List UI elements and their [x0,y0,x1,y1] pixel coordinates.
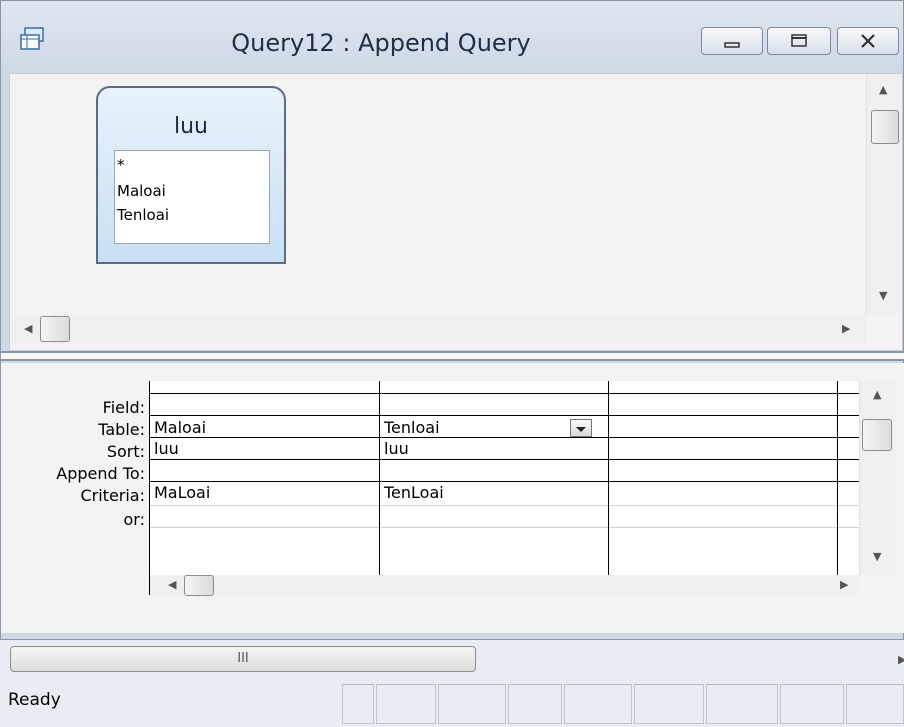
status-panel [846,684,904,724]
query-design-grid: Maloai luu MaLoai Tenloai luu TenLoai ◀ … [149,381,860,596]
scroll-down-arrow-icon[interactable]: ▼ [879,290,887,301]
grid-cell-field[interactable]: Tenloai [384,417,440,439]
scroll-up-arrow-icon[interactable]: ▲ [879,84,887,95]
vertical-scroll-thumb[interactable] [871,110,899,144]
status-panel [342,684,374,724]
table-name: luu [174,114,208,139]
row-label-append-to: Append To: [56,464,145,483]
status-panel [564,684,632,724]
restore-icon [791,34,807,47]
restore-button[interactable] [767,27,831,55]
horizontal-scroll-thumb[interactable] [40,316,70,342]
row-label-sort: Sort: [106,442,145,461]
status-text: Ready [8,690,61,710]
grid-line [150,437,860,438]
scroll-down-arrow-icon[interactable]: ▼ [873,551,881,562]
status-bar: Ready [0,680,904,727]
status-panel [706,684,778,724]
vertical-scroll-thumb[interactable] [862,419,892,451]
field-item-maloai[interactable]: Maloai [117,181,166,201]
row-label-criteria: Criteria: [80,486,145,505]
design-grid-pane: Field: Table: Sort: Append To: Criteria:… [1,363,904,633]
scroll-left-arrow-icon[interactable]: ◀ [24,323,32,334]
query-window: Query12 : Append Query luu * Maloai Tenl… [0,0,904,640]
grid-cell-table[interactable]: luu [384,438,409,460]
grid-line [150,481,860,482]
grid-cell-field[interactable]: Maloai [154,417,206,439]
status-panel [376,684,436,724]
table-pane-horizontal-scrollbar[interactable]: ◀ ▶ [10,314,866,344]
scroll-up-arrow-icon[interactable]: ▲ [873,389,881,400]
table-field-list-window[interactable]: luu * Maloai Tenloai [96,86,286,264]
grid-line [150,393,860,394]
pane-splitter[interactable] [1,351,904,361]
grid-vertical-scrollbar[interactable]: ▲ ▼ [859,381,897,575]
grid-cell-append-to[interactable]: MaLoai [154,482,210,504]
field-dropdown-button[interactable] [570,419,592,437]
column-divider [379,381,380,575]
table-pane-vertical-scrollbar[interactable]: ▲ ▼ [866,74,902,314]
grid-cell-append-to[interactable]: TenLoai [384,482,444,504]
close-icon [861,34,875,48]
table-pane: luu * Maloai Tenloai ▲ ▼ ◀ ▶ [9,73,903,351]
horizontal-scroll-thumb[interactable] [184,575,214,596]
grid-line [150,505,860,506]
grid-line [150,415,860,416]
field-list: * Maloai Tenloai [114,150,270,244]
title-bar[interactable]: Query12 : Append Query [1,1,904,71]
chevron-down-icon [576,427,586,432]
main-horizontal-scrollbar[interactable]: III ▶ [0,640,904,678]
field-item-all[interactable]: * [117,155,125,175]
status-panel [634,684,704,724]
status-panel [438,684,506,724]
field-item-tenloai[interactable]: Tenloai [117,205,169,225]
column-divider [837,381,838,575]
grid-horizontal-scrollbar[interactable]: ◀ ▶ [150,575,860,596]
window-title: Query12 : Append Query [231,29,531,57]
status-panel [780,684,844,724]
row-label-table: Table: [98,420,145,439]
scroll-left-arrow-icon[interactable]: ◀ [168,579,176,590]
grid-cell-table[interactable]: luu [154,438,179,460]
minimize-icon [724,42,740,48]
minimize-button[interactable] [701,27,763,55]
scroll-right-arrow-icon[interactable]: ▶ [840,579,848,590]
status-panel [508,684,562,724]
grid-line [150,527,860,528]
scroll-right-arrow-icon[interactable]: ▶ [898,654,904,665]
row-label-or: or: [123,510,145,529]
main-scroll-thumb[interactable]: III [10,646,476,672]
close-button[interactable] [837,27,899,55]
row-label-field: Field: [102,398,145,417]
grid-line [150,459,860,460]
column-divider [608,381,609,575]
scroll-right-arrow-icon[interactable]: ▶ [842,323,850,334]
